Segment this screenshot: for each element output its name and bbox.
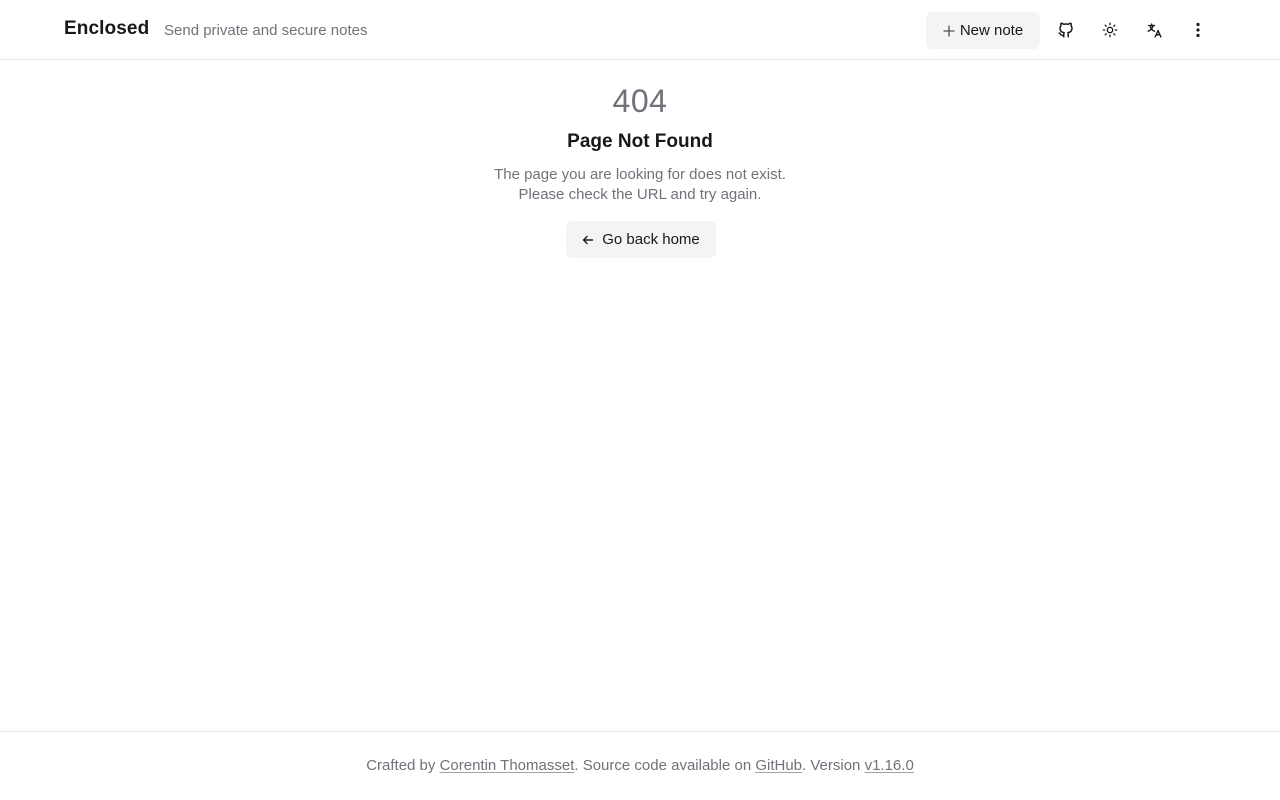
version-link[interactable]: v1.16.0 — [865, 757, 914, 774]
github-link-button[interactable] — [1048, 12, 1084, 48]
app-page: Enclosed Send private and secure notes N… — [0, 0, 1280, 800]
go-back-home-label: Go back home — [602, 231, 700, 248]
main-content: 404 Page Not Found The page you are look… — [0, 61, 1280, 731]
theme-toggle-button[interactable] — [1092, 12, 1128, 48]
footer-source-text: . Source code available on — [574, 757, 752, 774]
author-link[interactable]: Corentin Thomasset — [440, 757, 575, 774]
footer-version-text: . Version — [802, 757, 861, 774]
brand-tagline: Send private and secure notes — [164, 22, 368, 39]
error-title: Page Not Found — [567, 131, 713, 152]
error-description: The page you are looking for does not ex… — [0, 165, 1280, 205]
error-description-line-1: The page you are looking for does not ex… — [494, 166, 786, 183]
brand-logo-text[interactable]: Enclosed — [64, 18, 149, 40]
language-button[interactable] — [1136, 12, 1172, 48]
error-code: 404 — [612, 83, 668, 119]
more-menu-button[interactable] — [1180, 12, 1216, 48]
new-note-button[interactable]: New note — [926, 12, 1040, 49]
error-description-line-2: Please check the URL and try again. — [518, 186, 762, 203]
arrow-left-icon — [582, 234, 594, 246]
go-back-home-button[interactable]: Go back home — [566, 221, 716, 258]
page-footer: Crafted by Corentin Thomasset. Source co… — [0, 731, 1280, 800]
github-icon — [1057, 21, 1075, 39]
translate-icon — [1146, 22, 1163, 39]
plus-icon — [943, 24, 955, 37]
footer-crafted-by: Crafted by — [366, 757, 436, 774]
sun-icon — [1102, 22, 1118, 38]
new-note-label: New note — [959, 22, 1024, 39]
top-header: Enclosed Send private and secure notes N… — [0, 0, 1280, 60]
github-link[interactable]: GitHub — [755, 757, 802, 774]
more-vertical-icon — [1190, 22, 1206, 38]
